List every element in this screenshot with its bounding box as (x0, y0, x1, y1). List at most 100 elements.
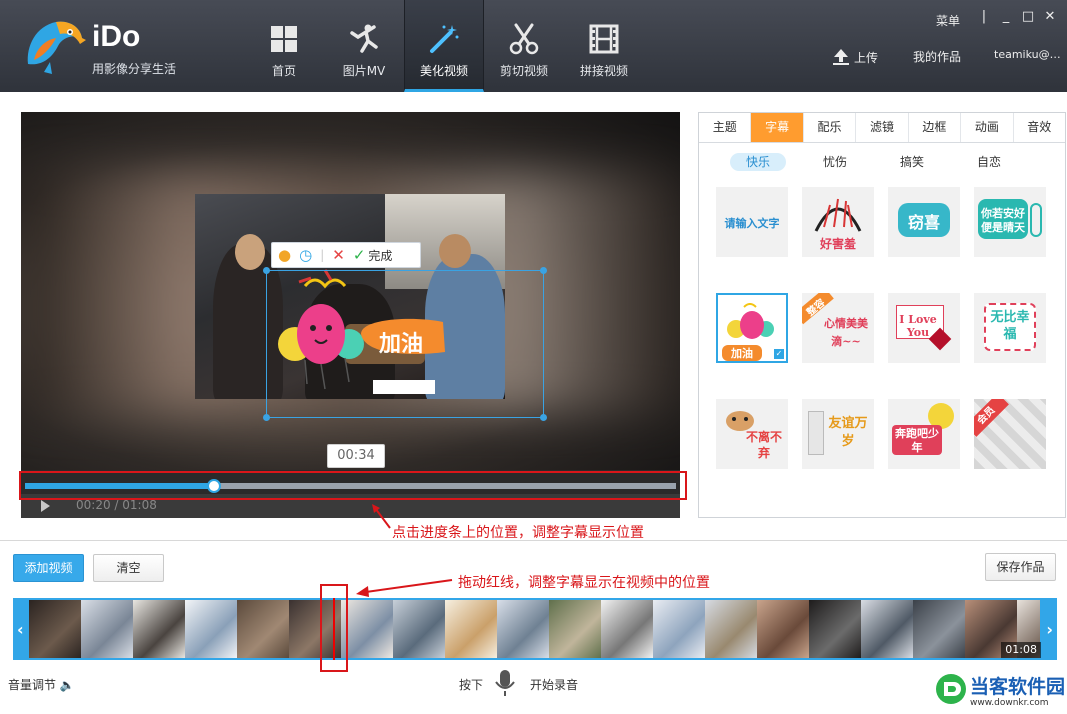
tab-theme[interactable]: 主题 (699, 113, 752, 142)
timeline-thumbnail[interactable] (445, 600, 497, 658)
sticker-good-mood[interactable]: 整容 心情美美滴~~ (802, 293, 874, 363)
sticker-vip[interactable]: 会员 (974, 399, 1046, 469)
nav-item-cut-video[interactable]: 剪切视频 (484, 0, 564, 92)
chevron-left-icon[interactable]: ‹ (17, 620, 24, 639)
resize-handle[interactable] (263, 414, 270, 421)
timeline-thumbnail[interactable] (653, 600, 705, 658)
progress-time-tooltip: 00:34 (327, 444, 385, 468)
effects-panel: 主题 字幕 配乐 滤镜 边框 动画 音效 快乐 忧伤 搞笑 自恋 请输入文字 好… (698, 112, 1066, 518)
nav-label: 美化视频 (419, 64, 468, 78)
done-label: 完成 (368, 248, 393, 263)
sticker-shy[interactable]: 好害羞 (802, 187, 874, 257)
timeline-thumbnail[interactable] (133, 600, 185, 658)
save-work-button[interactable]: 保存作品 (985, 553, 1056, 581)
category-sad[interactable]: 忧伤 (807, 153, 863, 171)
timeline-thumbnail[interactable] (549, 600, 601, 658)
sticker-very-happy[interactable]: 无比幸福 (974, 293, 1046, 363)
timeline-thumbnail[interactable] (341, 600, 393, 658)
timeline-thumbnail[interactable] (705, 600, 757, 658)
resize-handle[interactable] (540, 267, 547, 274)
video-timeline[interactable]: ‹ › 01:08 (13, 598, 1057, 660)
sticker-sunny[interactable]: 你若安好便是晴天 (974, 187, 1046, 257)
timeline-thumbnail[interactable] (81, 600, 133, 658)
add-video-button[interactable]: 添加视频 (13, 554, 84, 582)
sticker-secret-joy[interactable]: 窃喜 (888, 187, 960, 257)
play-icon[interactable] (41, 500, 50, 512)
clock-icon[interactable]: ◷ (299, 246, 312, 264)
upload-button[interactable]: 上传 (832, 48, 878, 66)
microphone-icon[interactable] (492, 668, 518, 698)
timeline-thumbnail[interactable] (29, 600, 81, 658)
timeline-thumbnail[interactable] (809, 600, 861, 658)
tab-border[interactable]: 边框 (909, 113, 962, 142)
sticker-input-text[interactable]: 请输入文字 (716, 187, 788, 257)
selected-check-icon: ✓ (774, 349, 784, 359)
minimize-icon[interactable]: _ (996, 9, 1016, 27)
sticker-label: 你若安好便是晴天 (981, 207, 1025, 234)
sticker-friendship[interactable]: 友谊万岁 (802, 399, 874, 469)
sticker-i-love-you[interactable]: I Love You (888, 293, 960, 363)
main-nav: 首页 图片MV 美化视频 剪切视频 拼接视频 (244, 0, 644, 92)
total-time: 01:08 (122, 498, 157, 512)
current-time: 00:20 (76, 498, 111, 512)
timeline-thumbnail[interactable] (393, 600, 445, 658)
magic-wand-icon (427, 22, 461, 56)
sticker-label: 友谊万岁 (828, 416, 868, 449)
nav-label: 剪切视频 (499, 64, 548, 78)
dancer-icon (347, 22, 381, 56)
nav-item-photo-mv[interactable]: 图片MV (324, 0, 404, 92)
clear-button[interactable]: 清空 (93, 554, 164, 582)
tab-filter[interactable]: 滤镜 (856, 113, 909, 142)
nav-item-beautify-video[interactable]: 美化视频 (404, 0, 484, 92)
tab-sound-effect[interactable]: 音效 (1014, 113, 1065, 142)
speaker-icon: 🔈 (59, 678, 75, 692)
tab-subtitle[interactable]: 字幕 (751, 113, 804, 142)
sticker-toolbar: ● ◷ | ✕ ✓ 完成 (271, 242, 421, 268)
close-icon[interactable]: ✕ (1040, 9, 1060, 27)
sticker-categories: 快乐 忧伤 搞笑 自恋 (699, 153, 1067, 173)
progress-annotation: 点击进度条上的位置，调整字幕显示位置 (392, 525, 644, 541)
nav-label: 首页 (271, 64, 296, 78)
timeline-thumbnail[interactable] (757, 600, 809, 658)
timeline-thumbnail[interactable] (861, 600, 913, 658)
category-funny[interactable]: 搞笑 (884, 153, 940, 171)
nav-label: 拼接视频 (579, 64, 628, 78)
video-preview[interactable]: 加油 ● ◷ | ✕ ✓ 完成 00:34 00:20 / 01:08 (21, 112, 680, 518)
delete-icon[interactable]: ✕ (332, 246, 345, 264)
done-button[interactable]: ✓ 完成 (353, 246, 393, 264)
category-happy[interactable]: 快乐 (730, 153, 786, 171)
menu-button[interactable]: 菜单 (936, 12, 960, 29)
chevron-right-icon[interactable]: › (1046, 620, 1053, 639)
timeline-thumbnail[interactable] (913, 600, 965, 658)
sticker-selection-box[interactable] (263, 267, 547, 421)
sticker-run-youth[interactable]: 奔跑吧少年 (888, 399, 960, 469)
volume-control[interactable]: 音量调节 🔈 (8, 676, 75, 693)
watermark-url: www.downkr.com (970, 698, 1049, 708)
timeline-thumbnail[interactable] (237, 600, 289, 658)
palette-icon[interactable]: ● (278, 246, 291, 264)
category-narcissism[interactable]: 自恋 (961, 153, 1017, 171)
maximize-icon[interactable]: □ (1018, 9, 1038, 27)
nav-item-home[interactable]: 首页 (244, 0, 324, 92)
downkr-logo-icon (936, 674, 966, 704)
annotation-arrow-icon (372, 504, 391, 529)
timeline-thumbnail[interactable] (601, 600, 653, 658)
time-display: 00:20 / 01:08 (76, 498, 157, 512)
app-subtitle: 用影像分享生活 (92, 62, 177, 76)
resize-handle[interactable] (263, 267, 270, 274)
resize-handle[interactable] (540, 414, 547, 421)
upload-icon (833, 49, 849, 65)
timeline-thumbnail[interactable] (497, 600, 549, 658)
user-account[interactable]: teamiku@… (994, 48, 1061, 61)
effects-tabs: 主题 字幕 配乐 滤镜 边框 动画 音效 (699, 113, 1065, 143)
press-label: 按下 (459, 678, 484, 692)
tab-animation[interactable]: 动画 (961, 113, 1014, 142)
my-works-link[interactable]: 我的作品 (913, 48, 961, 65)
sticker-label: 奔跑吧少年 (895, 427, 939, 454)
timeline-thumbnail[interactable] (185, 600, 237, 658)
tab-music[interactable]: 配乐 (804, 113, 857, 142)
sticker-never-apart[interactable]: 不离不弃 (716, 399, 788, 469)
sticker-label: 不离不弃 (745, 430, 782, 460)
sticker-jiayou[interactable]: 加油 ✓ (716, 293, 788, 363)
nav-item-join-video[interactable]: 拼接视频 (564, 0, 644, 92)
